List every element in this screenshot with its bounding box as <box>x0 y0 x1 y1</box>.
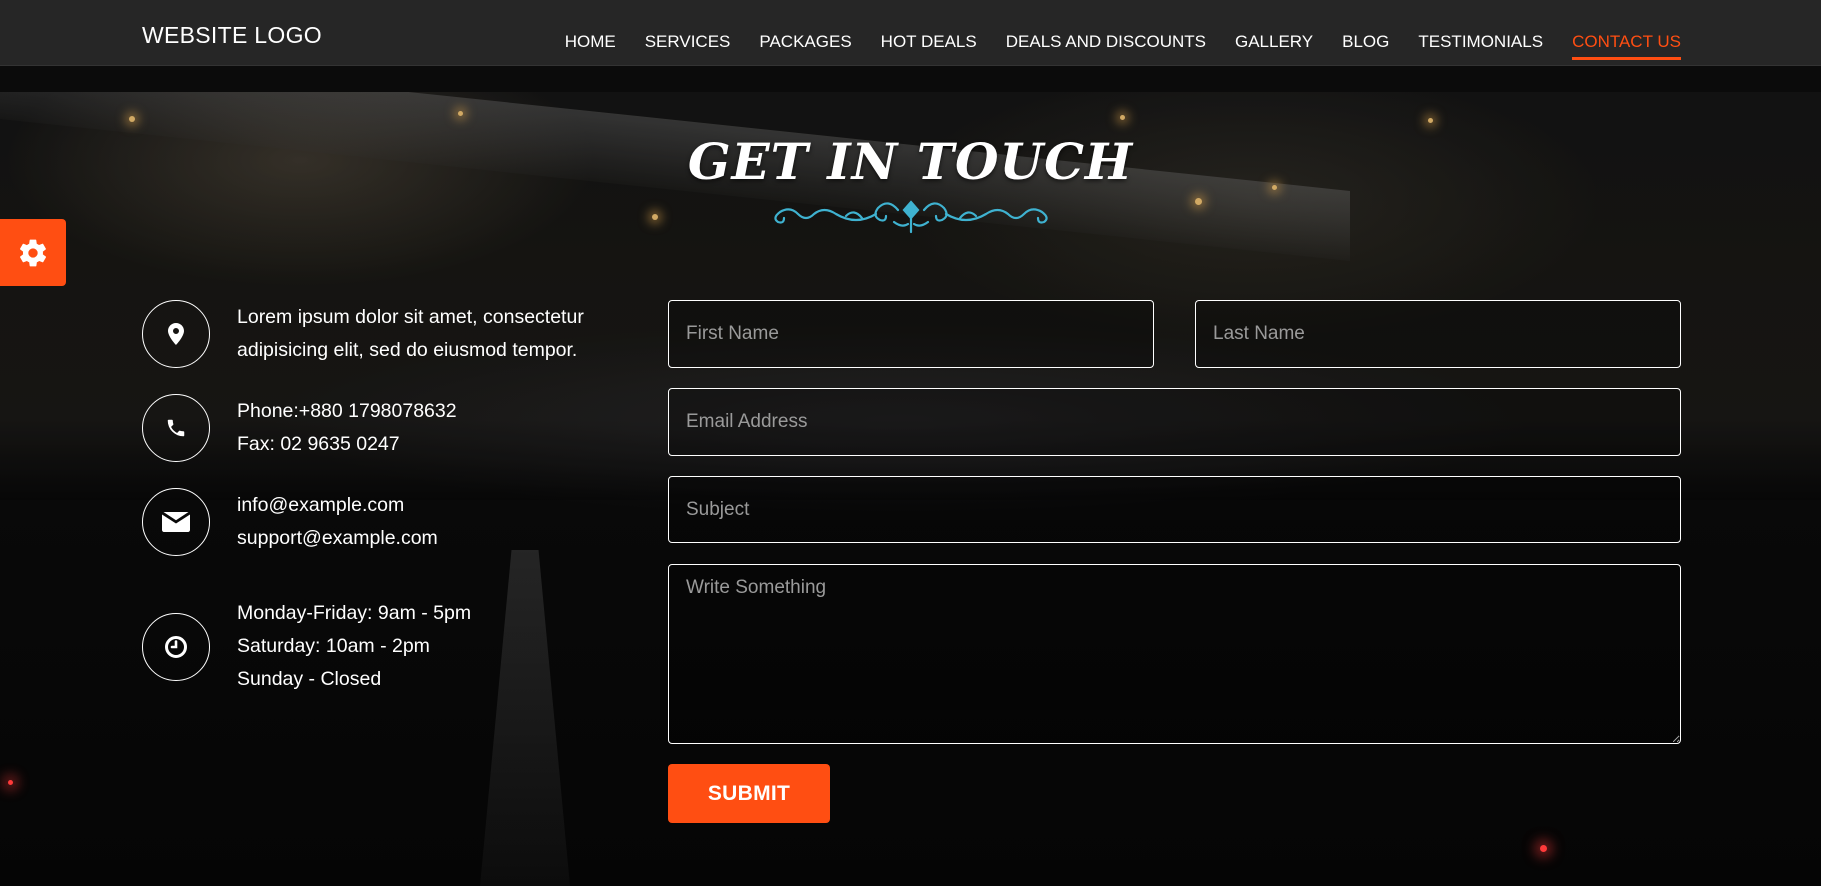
section-title: GET IN TOUCH <box>687 132 1134 191</box>
nav-deals-and-discounts[interactable]: DEALS AND DISCOUNTS <box>1006 32 1206 60</box>
hours-line: Saturday: 10am - 2pm <box>237 635 430 657</box>
gear-icon <box>20 239 47 266</box>
last-name-input[interactable] <box>1195 300 1681 368</box>
email-input[interactable] <box>668 388 1681 456</box>
phone-text: Phone:+880 1798078632 Fax: 02 9635 0247 <box>237 395 457 461</box>
city-light <box>1540 845 1547 852</box>
subject-input[interactable] <box>668 476 1681 543</box>
nav-contact-us[interactable]: CONTACT US <box>1572 32 1681 60</box>
phone-line[interactable]: Phone:+880 1798078632 <box>237 395 457 428</box>
nav-gallery[interactable]: GALLERY <box>1235 32 1313 60</box>
hours-line: Monday-Friday: 9am - 5pm <box>237 602 472 624</box>
ornament-divider <box>774 200 1048 234</box>
hours-text: Monday-Friday: 9am - 5pm Saturday: 10am … <box>237 597 471 696</box>
website-logo[interactable]: WEBSITE LOGO <box>142 22 322 49</box>
email-link[interactable]: support@example.com <box>237 522 438 555</box>
settings-button[interactable] <box>0 219 66 286</box>
nav-testimonials[interactable]: TESTIMONIALS <box>1418 32 1543 60</box>
submit-button[interactable]: SUBMIT <box>668 764 830 823</box>
phone-icon <box>142 394 210 462</box>
hours-line: Sunday - Closed <box>237 668 382 690</box>
first-name-input[interactable] <box>668 300 1154 368</box>
envelope-icon <box>142 488 210 556</box>
nav-hot-deals[interactable]: HOT DEALS <box>881 32 977 60</box>
site-header: WEBSITE LOGO HOME SERVICES PACKAGES HOT … <box>0 0 1821 66</box>
email-link[interactable]: info@example.com <box>237 489 438 522</box>
header-divider <box>0 66 1821 92</box>
nav-packages[interactable]: PACKAGES <box>759 32 851 60</box>
address-line: Lorem ipsum dolor sit amet, consectetur <box>237 306 584 328</box>
hours-item: Monday-Friday: 9am - 5pm Saturday: 10am … <box>142 597 471 696</box>
nav-home[interactable]: HOME <box>565 32 616 60</box>
address-text: Lorem ipsum dolor sit amet, consectetur … <box>237 301 584 367</box>
email-item: info@example.com support@example.com <box>142 488 438 556</box>
address-item: Lorem ipsum dolor sit amet, consectetur … <box>142 300 584 368</box>
address-line: adipisicing elit, sed do eiusmod tempor. <box>237 339 578 361</box>
city-light <box>8 780 13 785</box>
message-textarea[interactable] <box>668 564 1681 744</box>
clock-icon <box>142 612 210 681</box>
nav-blog[interactable]: BLOG <box>1342 32 1389 60</box>
bridge-pylon <box>480 550 570 886</box>
nav-services[interactable]: SERVICES <box>645 32 731 60</box>
fax-line: Fax: 02 9635 0247 <box>237 433 400 455</box>
map-pin-icon <box>142 300 210 368</box>
phone-item: Phone:+880 1798078632 Fax: 02 9635 0247 <box>142 394 457 462</box>
email-text: info@example.com support@example.com <box>237 489 438 555</box>
main-nav: HOME SERVICES PACKAGES HOT DEALS DEALS A… <box>536 32 1681 60</box>
